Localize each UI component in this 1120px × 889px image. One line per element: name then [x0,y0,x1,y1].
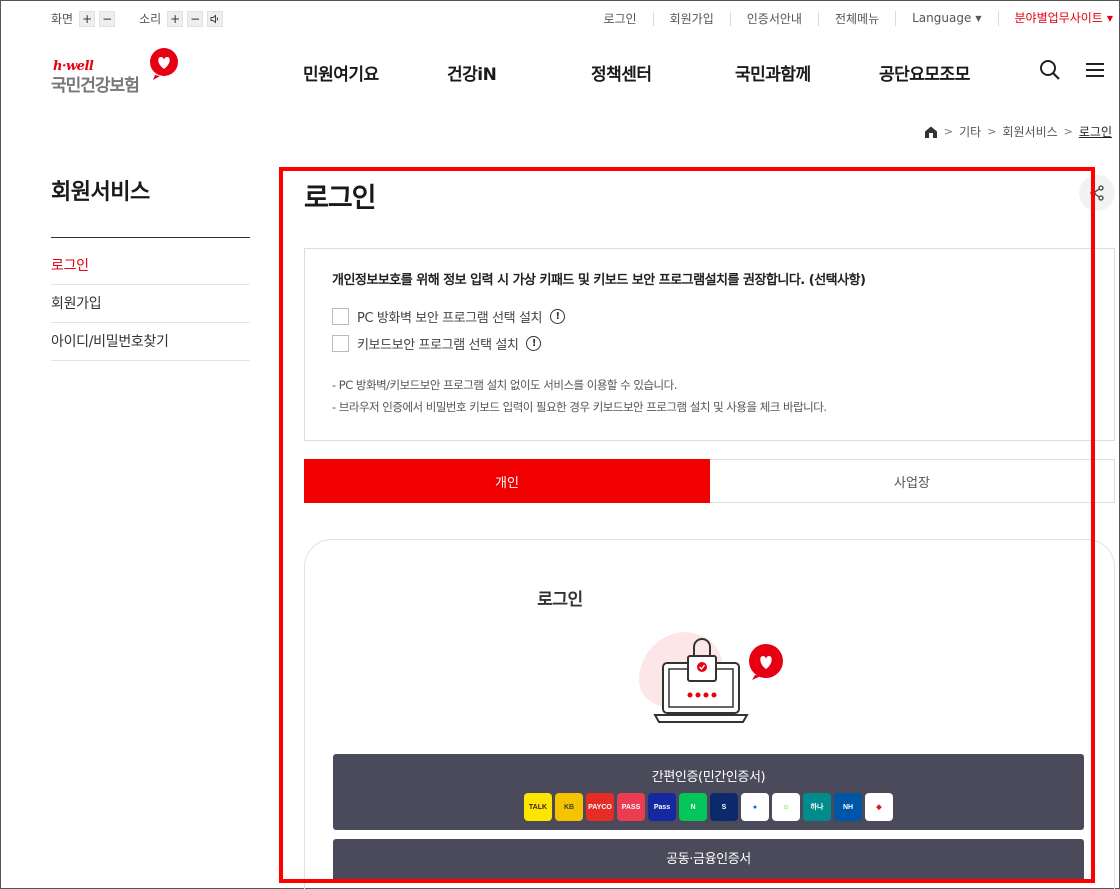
sound-up-button[interactable]: + [167,10,184,27]
payco-icon: PAYCO [586,793,614,821]
chevron-right-icon: > [1063,125,1073,138]
naver-icon: N [679,793,707,821]
sound-label: 소리 [139,12,162,26]
speaker-icon[interactable] [207,10,224,27]
screen-size-label: 화면 [51,12,74,26]
easy-auth-label: 간편인증(민간인증서) [651,770,766,785]
chevron-right-icon: > [943,125,954,138]
breadcrumb-item[interactable]: 기타 [959,123,981,140]
crosscert-icon: ◆ [865,793,893,821]
side-menu-title: 회원서비스 [51,180,150,205]
nhis-logo[interactable]: h·well 국민건강보험 [51,47,181,96]
screen-zoom-out-button[interactable]: − [99,10,116,27]
share-button[interactable] [1079,175,1115,211]
side-menu-item-login[interactable]: 로그인 [51,247,250,285]
login-panel-title: 로그인 [537,590,583,610]
utility-links: 로그인 회원가입 인증서안내 전체메뉴 Language ▼ 분야별업무사이트 ▼ [587,11,1113,26]
easy-auth-button[interactable]: 간편인증(민간인증서) TALK KB PAYCO PASS Pass N S ● ☺ 하나 NH ◆ [333,754,1084,830]
sound-down-button[interactable]: − [187,10,204,27]
side-menu-item-signup[interactable]: 회원가입 [51,285,250,323]
accessibility-controls: 화면 + − 소리 + − [51,10,224,27]
firewall-option-label: PC 방화벽 보안 프로그램 선택 설치 [357,311,543,326]
gnb-item-about[interactable]: 공단요모조모 [879,60,970,85]
breadcrumb: > 기타 > 회원서비스 > 로그인 [924,123,1112,140]
util-cert-guide-link[interactable]: 인증서안내 [729,11,818,26]
keyboard-security-checkbox[interactable] [332,335,349,352]
util-all-menu-link[interactable]: 전체메뉴 [817,11,895,26]
info-icon[interactable]: ! [526,336,542,351]
heart-icon [150,48,178,80]
side-menu-divider [51,237,250,238]
language-label: Language [912,11,972,25]
util-signup-link[interactable]: 회원가입 [652,11,730,26]
share-icon [1090,185,1104,201]
chevron-right-icon: > [987,125,997,138]
shinhan-icon: S [710,793,738,821]
tab-personal[interactable]: 개인 [304,459,710,503]
gnb-item-policy[interactable]: 정책센터 [591,60,652,85]
info-icon[interactable]: ! [550,309,566,324]
logo-name-text: 국민건강보험 [51,76,140,96]
tab-business[interactable]: 사업장 [710,460,1114,502]
gnb-item-civil[interactable]: 민원여기요 [303,60,379,85]
auth-provider-list: TALK KB PAYCO PASS Pass N S ● ☺ 하나 NH ◆ [333,793,1084,821]
toss-icon: ● [741,793,769,821]
language-select[interactable]: Language ▼ [895,11,997,26]
breadcrumb-current[interactable]: 로그인 [1079,123,1112,140]
keyboard-security-option-label: 키보드보안 프로그램 선택 설치 [357,338,519,353]
biz-site-select[interactable]: 분야별업무사이트 ▼ [997,11,1113,26]
search-icon[interactable] [1039,59,1061,81]
laptop-lock-illustration [639,632,783,723]
biz-site-label: 분야별업무사이트 [1014,11,1103,25]
keyboard-security-option[interactable]: 키보드보안 프로그램 선택 설치 ! [332,334,542,353]
home-icon[interactable] [924,125,938,139]
side-menu: 로그인 회원가입 아이디/비밀번호찾기 [51,247,250,361]
hamburger-menu-icon[interactable] [1085,61,1105,79]
side-menu-item-find-id-pw[interactable]: 아이디/비밀번호찾기 [51,323,250,361]
joint-financial-cert-button[interactable]: 공동·금융인증서 [333,839,1084,883]
breadcrumb-item[interactable]: 회원서비스 [1002,123,1057,140]
kakao-icon: TALK [524,793,552,821]
pass-icon: PASS [617,793,645,821]
security-note: - PC 방화벽/키보드보안 프로그램 설치 없이도 서비스를 이용할 수 있습… [332,378,677,392]
login-type-tabs: 개인 사업장 [304,459,1115,503]
gnb-item-health-in[interactable]: 건강iN [447,60,497,85]
samsung-pass-icon: Pass [648,793,676,821]
screen-zoom-in-button[interactable]: + [79,10,96,27]
caret-down-icon: ▼ [975,14,982,23]
firewall-option[interactable]: PC 방화벽 보안 프로그램 선택 설치 ! [332,307,566,326]
bank-smile-icon: ☺ [772,793,800,821]
caret-down-icon: ▼ [1106,14,1113,23]
page-title: 로그인 [304,183,377,214]
security-program-panel: 개인정보보호를 위해 정보 입력 시 가상 키패드 및 키보드 보안 프로그램설… [304,248,1115,441]
util-login-link[interactable]: 로그인 [587,12,652,26]
gnb-item-with-people[interactable]: 국민과함께 [735,60,811,85]
hana-icon: 하나 [803,793,831,821]
nh-icon: NH [834,793,862,821]
security-heading: 개인정보보호를 위해 정보 입력 시 가상 키패드 및 키보드 보안 프로그램설… [332,273,866,288]
security-note: - 브라우저 인증에서 비밀번호 키보드 입력이 필요한 경우 키보드보안 프로… [332,400,827,414]
utility-bar: 화면 + − 소리 + − 로그인 회원가입 인증서안내 전체메뉴 Langua… [1,1,1120,37]
firewall-checkbox[interactable] [332,308,349,325]
kb-icon: KB [555,793,583,821]
